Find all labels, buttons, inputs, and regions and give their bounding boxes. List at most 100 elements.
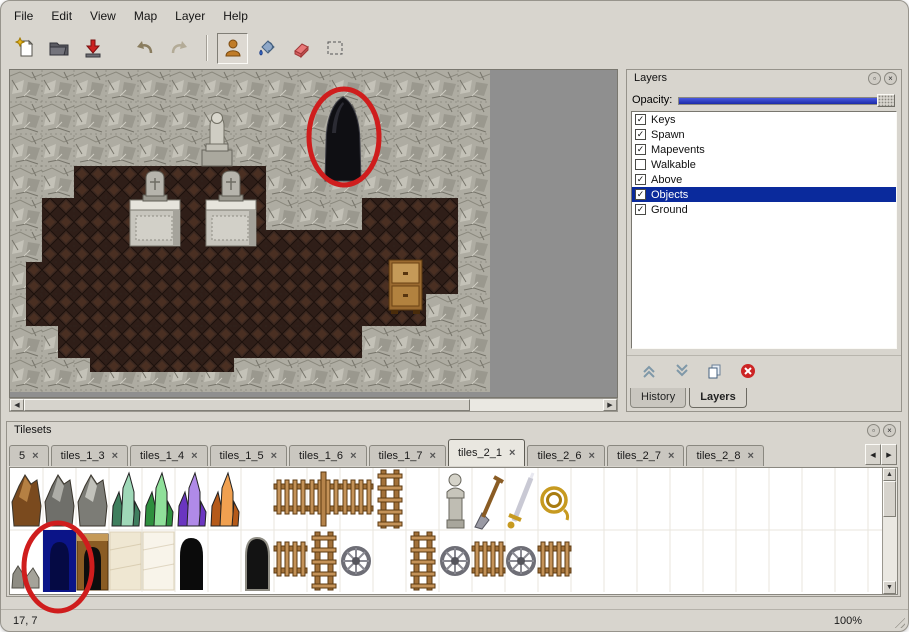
menubar: File Edit View Map Layer Help [5,5,257,27]
menu-map[interactable]: Map [125,7,166,25]
tileset-canvas[interactable] [10,468,884,592]
tab-close-icon[interactable]: × [271,450,277,462]
layer-duplicate-button[interactable] [705,361,725,381]
undo-button[interactable] [129,33,160,64]
select-tool-button[interactable] [319,33,350,64]
redo-button[interactable] [163,33,194,64]
cave-arch-tile[interactable] [180,538,203,590]
menu-help[interactable]: Help [214,7,257,25]
layer-name: Spawn [651,129,685,141]
tileset-tab-tiles_2_6[interactable]: tiles_2_6 × [527,445,604,466]
layer-visibility-checkbox[interactable] [635,159,646,170]
tab-close-icon[interactable]: × [589,450,595,462]
tileset-tab-label: tiles_1_7 [379,450,423,462]
map-hscrollbar[interactable]: ◀ ▶ [9,398,618,412]
panel-float-button[interactable]: ▫ [867,424,880,437]
tileset-tab-label: tiles_2_7 [617,450,661,462]
zoom-level: 100% [834,615,862,627]
menu-view[interactable]: View [81,7,125,25]
layer-row-ground[interactable]: ✓Ground [632,202,896,217]
eraser-icon [290,37,312,59]
scroll-left-icon[interactable]: ◀ [10,399,24,411]
tileset-tab-label: tiles_2_8 [696,450,740,462]
layer-row-above[interactable]: ✓Above [632,172,896,187]
open-folder-icon [48,37,70,59]
tabs-scroll-right-icon[interactable]: ▶ [881,444,897,465]
menu-layer[interactable]: Layer [166,7,214,25]
tab-close-icon[interactable]: × [747,450,753,462]
wagon-wheel-tile[interactable] [442,548,468,574]
tileset-view[interactable]: ▲ ▼ [9,467,898,595]
layer-move-down-button[interactable] [672,361,692,381]
layer-row-keys[interactable]: ✓Keys [632,112,896,127]
layer-row-objects[interactable]: ✓Objects [632,187,896,202]
open-button[interactable] [43,33,74,64]
layer-row-spawn[interactable]: ✓ Spawn [632,127,896,142]
opacity-slider[interactable] [678,94,895,107]
layer-move-up-button[interactable] [639,361,659,381]
panel-float-button[interactable]: ▫ [868,72,881,85]
tileset-tab-tiles_1_7[interactable]: tiles_1_7 × [369,445,446,466]
tab-close-icon[interactable]: × [32,450,38,462]
layer-list[interactable]: ✓Keys✓Spawn✓MapeventsWalkable✓Above✓Obje… [631,111,897,349]
scroll-right-icon[interactable]: ▶ [603,399,617,411]
scroll-up-icon[interactable]: ▲ [883,468,896,481]
tab-history[interactable]: History [630,388,686,408]
panel-close-button[interactable]: × [883,424,896,437]
tab-close-icon[interactable]: × [350,450,356,462]
cursor-coordinates: 17, 7 [13,615,834,627]
layer-visibility-checkbox[interactable]: ✓ [635,189,646,200]
tileset-tab-tiles_2_1[interactable]: tiles_2_1× [448,439,525,466]
person-stamp-icon [222,37,244,59]
tileset-tab-5[interactable]: 5× [9,445,49,466]
tab-close-icon[interactable]: × [112,450,118,462]
map-canvas[interactable] [10,70,490,392]
rect-select-icon [324,37,346,59]
panel-close-button[interactable]: × [884,72,897,85]
tab-close-icon[interactable]: × [430,450,436,462]
tileset-tab-tiles_2_8[interactable]: tiles_2_8 × [686,445,763,466]
layer-visibility-checkbox[interactable]: ✓ [635,204,646,215]
layer-visibility-checkbox[interactable]: ✓ [635,114,646,125]
map-viewport[interactable] [9,69,618,398]
menu-file[interactable]: File [5,7,42,25]
pale-tile-2[interactable] [143,532,174,590]
tileset-tab-tiles_1_4[interactable]: tiles_1_4× [130,445,207,466]
resize-grip[interactable] [892,615,905,628]
wagon-wheel-tile[interactable] [343,548,369,574]
tileset-tab-label: tiles_2_6 [537,450,581,462]
tileset-vscrollbar[interactable]: ▲ ▼ [882,468,897,594]
tileset-tab-tiles_2_7[interactable]: tiles_2_7 × [607,445,684,466]
tab-close-icon[interactable]: × [668,450,674,462]
vscroll-thumb[interactable] [883,481,896,517]
door-frame-tile[interactable] [77,534,108,590]
save-button[interactable] [77,33,108,64]
tileset-tab-tiles_1_3[interactable]: tiles_1_3× [51,445,128,466]
layer-visibility-checkbox[interactable]: ✓ [635,144,646,155]
layer-visibility-checkbox[interactable]: ✓ [635,129,646,140]
cave-arch-tile-2[interactable] [246,538,269,590]
layer-delete-button[interactable] [738,361,758,381]
new-file-button[interactable] [9,33,40,64]
eraser-tool-button[interactable] [285,33,316,64]
tab-layers[interactable]: Layers [689,388,746,408]
layer-visibility-checkbox[interactable]: ✓ [635,174,646,185]
layer-row-mapevents[interactable]: ✓Mapevents [632,142,896,157]
tabs-scroll-left-icon[interactable]: ◀ [865,444,881,465]
new-file-icon [14,37,36,59]
pale-tile[interactable] [110,532,141,590]
scroll-down-icon[interactable]: ▼ [883,581,896,594]
wagon-wheel-tile[interactable] [508,548,534,574]
tab-close-icon[interactable]: × [509,447,515,459]
opacity-slider-handle[interactable] [877,94,895,107]
entity-tool-button[interactable] [217,33,248,64]
tileset-tab-tiles_1_5[interactable]: tiles_1_5× [210,445,287,466]
paint-tool-button[interactable] [251,33,282,64]
tab-close-icon[interactable]: × [191,450,197,462]
layer-row-walkable[interactable]: Walkable [632,157,896,172]
selected-dark-doorway-tile[interactable] [43,530,76,592]
hscroll-thumb[interactable] [24,399,470,411]
tileset-tab-tiles_1_6[interactable]: tiles_1_6× [289,445,366,466]
menu-edit[interactable]: Edit [42,7,81,25]
opacity-label: Opacity: [632,94,672,106]
